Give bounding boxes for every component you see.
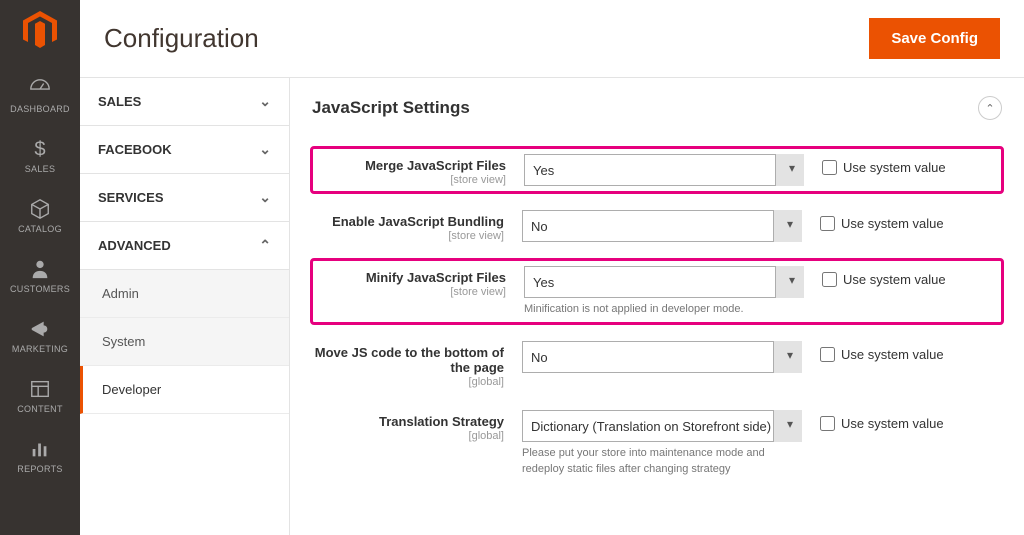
use-system-value-checkbox[interactable]: [822, 160, 837, 175]
config-cat-sales[interactable]: SALES ⌄: [80, 78, 289, 126]
section-collapse-button[interactable]: ⌃: [978, 96, 1002, 120]
config-subitem-admin[interactable]: Admin: [80, 270, 289, 318]
field-row: Enable JavaScript Bundling[store view] Ye…: [312, 206, 1002, 246]
nav-customers[interactable]: CUSTOMERS: [0, 246, 80, 306]
page-header: Configuration Save Config: [80, 0, 1024, 78]
field-note: Please put your store into maintenance m…: [522, 446, 802, 477]
nav-label: MARKETING: [12, 344, 68, 354]
field-row: Merge JavaScript Files[store view] YesNo U…: [312, 148, 1002, 192]
use-system-value-checkbox[interactable]: [820, 347, 835, 362]
nav-reports[interactable]: REPORTS: [0, 426, 80, 486]
magento-logo[interactable]: [22, 12, 58, 48]
field-label: Translation Strategy: [312, 414, 504, 429]
nav-label: CUSTOMERS: [10, 284, 70, 294]
field-label: Move JS code to the bottom of the page: [312, 345, 504, 375]
config-cat-advanced[interactable]: ADVANCED ⌃: [80, 222, 289, 270]
field-label: Enable JavaScript Bundling: [312, 214, 504, 229]
use-system-value-label[interactable]: Use system value: [843, 160, 946, 175]
nav-label: DASHBOARD: [10, 104, 70, 114]
nav-marketing[interactable]: MARKETING: [0, 306, 80, 366]
use-system-value-label[interactable]: Use system value: [843, 272, 946, 287]
use-system-value-label[interactable]: Use system value: [841, 416, 944, 431]
field-scope: [store view]: [312, 230, 504, 242]
config-cat-services[interactable]: SERVICES ⌄: [80, 174, 289, 222]
field-scope: [global]: [312, 376, 504, 388]
config-subitem-developer[interactable]: Developer: [80, 366, 289, 414]
chevron-down-icon: ⌄: [259, 189, 271, 206]
use-system-value-label[interactable]: Use system value: [841, 347, 944, 362]
use-system-value-checkbox[interactable]: [822, 272, 837, 287]
field-select[interactable]: Dictionary (Translation on Storefront si…: [522, 410, 802, 442]
nav-label: CONTENT: [17, 404, 63, 414]
config-sidebar: SALES ⌄ FACEBOOK ⌄ SERVICES ⌄ ADVANCED ⌃…: [80, 78, 290, 535]
config-cat-facebook[interactable]: FACEBOOK ⌄: [80, 126, 289, 174]
save-config-button[interactable]: Save Config: [869, 18, 1000, 59]
use-system-value-label[interactable]: Use system value: [841, 216, 944, 231]
nav-content[interactable]: CONTENT: [0, 366, 80, 426]
nav-label: REPORTS: [17, 464, 62, 474]
field-row: Minify JavaScript Files[store view] YesNo…: [312, 260, 1002, 323]
field-select[interactable]: YesNo: [522, 210, 802, 242]
section-title: JavaScript Settings: [312, 98, 470, 118]
nav-dashboard[interactable]: DASHBOARD: [0, 66, 80, 126]
config-cat-label: FACEBOOK: [98, 142, 172, 157]
nav-label: CATALOG: [18, 224, 62, 234]
field-select[interactable]: YesNo: [524, 154, 804, 186]
nav-catalog[interactable]: CATALOG: [0, 186, 80, 246]
field-scope: [global]: [312, 430, 504, 442]
config-subitem-system[interactable]: System: [80, 318, 289, 366]
field-label: Minify JavaScript Files: [314, 270, 506, 285]
field-select[interactable]: YesNo: [522, 341, 802, 373]
chevron-up-icon: ⌃: [259, 237, 271, 254]
chevron-down-icon: ⌄: [259, 141, 271, 158]
use-system-value-checkbox[interactable]: [820, 216, 835, 231]
config-content: JavaScript Settings ⌃ Merge JavaScript F…: [290, 78, 1024, 535]
field-scope: [store view]: [314, 174, 506, 186]
field-scope: [store view]: [314, 286, 506, 298]
use-system-value-checkbox[interactable]: [820, 416, 835, 431]
field-row: Move JS code to the bottom of the page[g…: [312, 337, 1002, 392]
config-subitems-advanced: Admin System Developer: [80, 270, 289, 414]
nav-label: SALES: [25, 164, 56, 174]
field-note: Minification is not applied in developer…: [524, 302, 804, 317]
field-label: Merge JavaScript Files: [314, 158, 506, 173]
admin-icon-sidebar: DASHBOARD $ SALES CATALOG CUSTOMERS MARK…: [0, 0, 80, 535]
config-cat-label: ADVANCED: [98, 238, 171, 253]
field-select[interactable]: YesNo: [524, 266, 804, 298]
config-cat-label: SALES: [98, 94, 141, 109]
nav-sales[interactable]: $ SALES: [0, 126, 80, 186]
svg-text:$: $: [34, 138, 45, 160]
page-title: Configuration: [104, 23, 259, 54]
field-row: Translation Strategy[global] Dictionary (…: [312, 406, 1002, 481]
config-cat-label: SERVICES: [98, 190, 164, 205]
chevron-down-icon: ⌄: [259, 93, 271, 110]
chevron-up-icon: ⌃: [985, 102, 994, 115]
